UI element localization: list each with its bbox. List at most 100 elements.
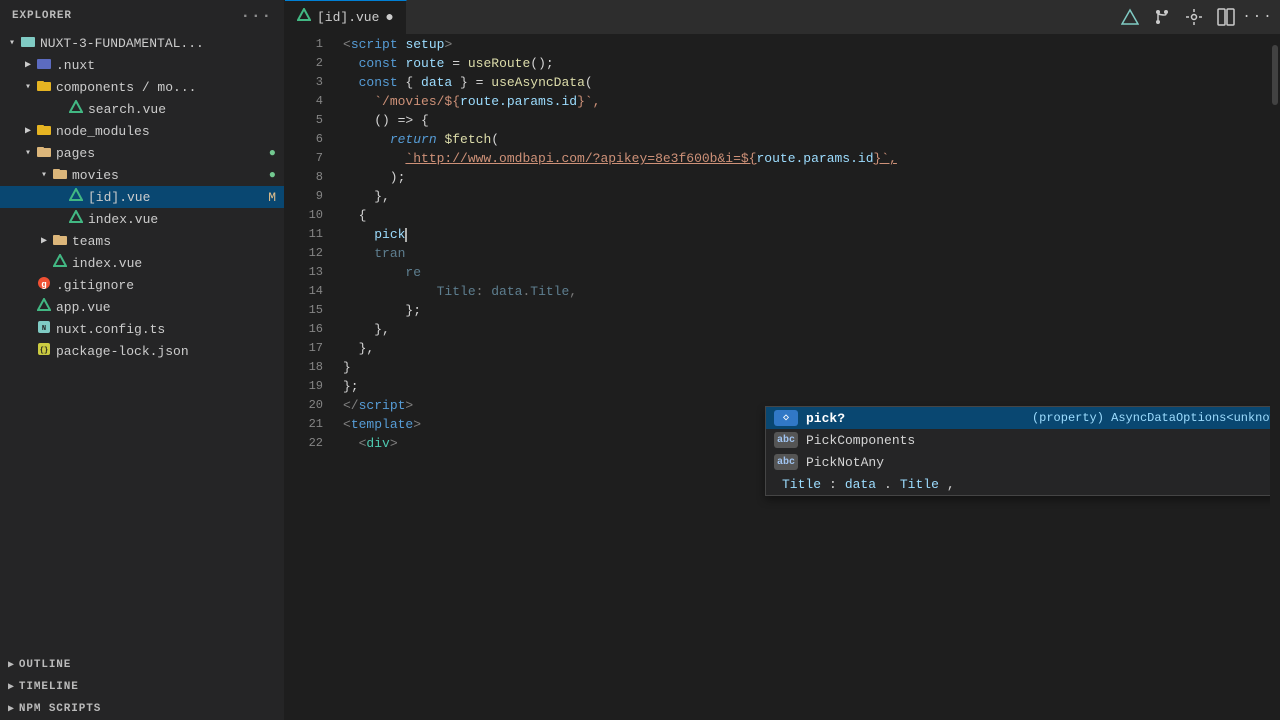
code-area[interactable]: <script setup> const route = useRoute();…: [335, 35, 1270, 720]
gitignore-icon: g: [36, 276, 52, 294]
sidebar-item-pages[interactable]: ▾ pages ●: [0, 142, 284, 164]
code-line-12: tran: [343, 244, 1270, 263]
sidebar-item-movies[interactable]: ▾ movies ●: [0, 164, 284, 186]
line-num-2: 2: [285, 54, 323, 73]
sidebar-item-gitignore[interactable]: ▶ g .gitignore: [0, 274, 284, 296]
nuxt-config-ts-label: nuxt.config.ts: [56, 322, 276, 337]
node-modules-arrow-icon: ▶: [20, 125, 36, 137]
sidebar-header-icons: ···: [241, 8, 272, 24]
sidebar-item-nuxt-config-ts[interactable]: ▶ N nuxt.config.ts: [0, 318, 284, 340]
sidebar-section-npm-scripts[interactable]: ▶ NPM SCRIPTS: [0, 698, 284, 720]
sidebar-item-teams[interactable]: ▶ teams: [0, 230, 284, 252]
line-num-10: 10: [285, 206, 323, 225]
source-control-icon[interactable]: [1148, 3, 1176, 31]
sidebar-item-id-vue[interactable]: ▶ [id].vue M: [0, 186, 284, 208]
line-num-3: 3: [285, 73, 323, 92]
line-num-21: 21: [285, 415, 323, 434]
tab-bar-actions: ···: [1116, 3, 1280, 31]
line-num-16: 16: [285, 320, 323, 339]
nuxt-label: .nuxt: [56, 58, 276, 73]
tree-root-folder[interactable]: ▾ NUXT-3-FUNDAMENTAL...: [0, 32, 284, 54]
sidebar-item-node-modules[interactable]: ▶ node_modules: [0, 120, 284, 142]
autocomplete-item-pick-not-any[interactable]: abc PickNotAny: [766, 451, 1270, 473]
app-vue-icon: [36, 298, 52, 316]
timeline-arrow-icon: ▶: [8, 681, 15, 693]
editor-content: 1 2 3 4 5 6 7 8 9 10 11 12 13 14 15 16 1…: [285, 35, 1280, 720]
tab-modified-dot: ●: [385, 10, 393, 26]
pages-label: pages: [56, 146, 265, 161]
settings-icon[interactable]: [1180, 3, 1208, 31]
line-num-4: 4: [285, 92, 323, 111]
ac-kind-pick-icon: ◇: [774, 410, 798, 426]
root-folder-icon: [20, 33, 36, 53]
code-line-1: <script setup>: [343, 35, 1270, 54]
layout-icon[interactable]: [1212, 3, 1240, 31]
sidebar: EXPLORER ··· ▾ NUXT-3-FUNDAMENTAL... ▶ .…: [0, 0, 285, 720]
sidebar-item-package-lock[interactable]: ▶ {} package-lock.json: [0, 340, 284, 362]
pages-badge: ●: [269, 146, 276, 160]
pages-folder-icon: [36, 143, 52, 163]
scrollbar-thumb[interactable]: [1272, 45, 1278, 105]
sidebar-title: EXPLORER: [12, 10, 72, 22]
sidebar-item-search-vue[interactable]: ▶ search.vue: [0, 98, 284, 120]
editor-tab-id-vue[interactable]: [id].vue ●: [285, 0, 407, 35]
more-actions-icon[interactable]: ···: [1244, 3, 1272, 31]
sidebar-item-app-vue[interactable]: ▶ app.vue: [0, 296, 284, 318]
sidebar-item-nuxt[interactable]: ▶ .nuxt: [0, 54, 284, 76]
line-num-20: 20: [285, 396, 323, 415]
code-line-10: {: [343, 206, 1270, 225]
teams-arrow-icon: ▶: [36, 235, 52, 247]
movies-index-vue-icon: [68, 210, 84, 228]
line-num-8: 8: [285, 168, 323, 187]
movies-arrow-icon: ▾: [36, 169, 52, 181]
movies-folder-icon: [52, 165, 68, 185]
autocomplete-extra-line: Title: data.Title,: [766, 473, 1270, 495]
pages-index-vue-icon: [52, 254, 68, 272]
gitignore-label: .gitignore: [56, 278, 276, 293]
teams-folder-icon: [52, 231, 68, 251]
svg-text:{}: {}: [40, 347, 48, 355]
sidebar-item-movies-index-vue[interactable]: ▶ index.vue: [0, 208, 284, 230]
teams-label: teams: [72, 234, 276, 249]
id-vue-label: [id].vue: [88, 190, 262, 205]
app-vue-label: app.vue: [56, 300, 276, 315]
code-line-8: );: [343, 168, 1270, 187]
code-line-4: `/movies/${route.params.id}`,: [343, 92, 1270, 111]
sidebar-item-components[interactable]: ▾ components / mo...: [0, 76, 284, 98]
line-num-9: 9: [285, 187, 323, 206]
line-num-11: 11: [285, 225, 323, 244]
nuxt-arrow-icon: ▶: [20, 59, 36, 71]
package-lock-icon: {}: [36, 342, 52, 360]
code-line-18: }: [343, 358, 1270, 377]
sidebar-more-icon[interactable]: ···: [241, 8, 272, 24]
autocomplete-item-pick[interactable]: ◇ pick? (property) AsyncDataOptions<unkn…: [766, 407, 1270, 429]
code-line-19: };: [343, 377, 1270, 396]
id-vue-icon: [68, 188, 84, 206]
code-line-5: () => {: [343, 111, 1270, 130]
npm-scripts-label: NPM SCRIPTS: [19, 703, 101, 715]
root-arrow-icon: ▾: [4, 37, 20, 49]
line-num-15: 15: [285, 301, 323, 320]
sidebar-header: EXPLORER ···: [0, 0, 284, 32]
package-lock-label: package-lock.json: [56, 344, 276, 359]
mountain-icon[interactable]: [1116, 3, 1144, 31]
search-vue-icon: [68, 100, 84, 118]
line-numbers: 1 2 3 4 5 6 7 8 9 10 11 12 13 14 15 16 1…: [285, 35, 335, 720]
components-folder-icon: [36, 77, 52, 97]
id-vue-modified: M: [268, 190, 276, 205]
tab-label: [id].vue: [317, 10, 379, 25]
sidebar-section-outline[interactable]: ▶ OUTLINE: [0, 654, 284, 676]
code-line-14: Title: data.Title,: [343, 282, 1270, 301]
scrollbar[interactable]: [1270, 35, 1280, 720]
code-line-11: pick: [343, 225, 1270, 244]
autocomplete-dropdown[interactable]: ◇ pick? (property) AsyncDataOptions<unkn…: [765, 406, 1270, 496]
outline-label: OUTLINE: [19, 659, 71, 671]
autocomplete-item-pick-components[interactable]: abc PickComponents: [766, 429, 1270, 451]
code-line-13: re: [343, 263, 1270, 282]
sidebar-section-timeline[interactable]: ▶ TIMELINE: [0, 676, 284, 698]
line-num-7: 7: [285, 149, 323, 168]
line-num-17: 17: [285, 339, 323, 358]
editor-area: [id].vue ●: [285, 0, 1280, 720]
sidebar-item-pages-index-vue[interactable]: ▶ index.vue: [0, 252, 284, 274]
pages-arrow-icon: ▾: [20, 147, 36, 159]
